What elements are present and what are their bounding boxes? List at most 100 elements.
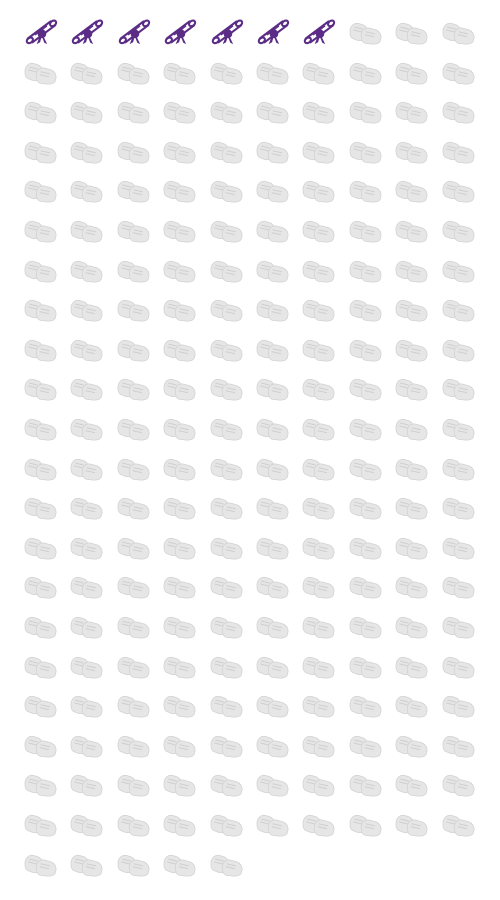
baby-shoes-icon xyxy=(210,814,243,837)
baby-shoes-icon xyxy=(442,379,475,401)
baby-shoes-icon xyxy=(442,616,475,639)
baby-shoes-icon xyxy=(70,102,103,124)
baby-shoes-icon xyxy=(24,260,57,283)
baby-shoes-icon xyxy=(349,181,382,203)
baby-shoes-icon xyxy=(302,775,335,797)
baby-shoes-icon xyxy=(24,775,57,797)
baby-shoes-icon xyxy=(349,498,382,520)
baby-shoes-icon xyxy=(349,814,382,837)
baby-shoes-icon xyxy=(442,62,475,85)
baby-shoes-icon xyxy=(163,141,196,164)
baby-shoes-icon xyxy=(302,696,335,718)
baby-shoes-icon xyxy=(349,22,382,45)
baby-shoes-icon xyxy=(395,22,428,45)
baby-shoes-icon xyxy=(349,379,382,401)
baby-shoes-icon xyxy=(117,854,150,877)
baby-shoes-icon xyxy=(117,537,150,560)
baby-shoes-icon xyxy=(117,260,150,283)
baby-shoes-icon xyxy=(117,616,150,639)
baby-shoes-icon xyxy=(302,300,335,322)
diploma-scroll-icon xyxy=(25,19,58,45)
baby-shoes-icon xyxy=(256,62,289,85)
baby-shoes-icon xyxy=(349,339,382,362)
baby-shoes-icon xyxy=(163,379,196,401)
baby-shoes-icon xyxy=(70,814,103,837)
baby-shoes-icon xyxy=(442,775,475,797)
baby-shoes-icon xyxy=(442,300,475,322)
baby-shoes-icon xyxy=(256,102,289,124)
diploma-scroll-icon xyxy=(118,19,151,45)
baby-shoes-icon xyxy=(302,102,335,124)
baby-shoes-icon xyxy=(395,300,428,322)
baby-shoes-icon xyxy=(302,62,335,85)
baby-shoes-icon xyxy=(210,102,243,124)
baby-shoes-icon xyxy=(24,339,57,362)
baby-shoes-icon xyxy=(395,537,428,560)
baby-shoes-icon xyxy=(256,141,289,164)
baby-shoes-icon xyxy=(210,141,243,164)
baby-shoes-icon xyxy=(163,814,196,837)
baby-shoes-icon xyxy=(395,141,428,164)
baby-shoes-icon xyxy=(24,696,57,718)
baby-shoes-icon xyxy=(256,616,289,639)
baby-shoes-icon xyxy=(256,220,289,243)
baby-shoes-icon xyxy=(349,458,382,481)
baby-shoes-icon xyxy=(442,102,475,124)
baby-shoes-icon xyxy=(349,656,382,679)
baby-shoes-icon xyxy=(70,498,103,520)
baby-shoes-icon xyxy=(349,735,382,758)
baby-shoes-icon xyxy=(163,775,196,797)
baby-shoes-icon xyxy=(349,537,382,560)
baby-shoes-icon xyxy=(349,696,382,718)
baby-shoes-icon xyxy=(256,181,289,203)
diploma-scroll-icon xyxy=(257,19,290,45)
baby-shoes-icon xyxy=(70,775,103,797)
baby-shoes-icon xyxy=(163,260,196,283)
baby-shoes-icon xyxy=(210,735,243,758)
baby-shoes-icon xyxy=(395,102,428,124)
baby-shoes-icon xyxy=(24,616,57,639)
baby-shoes-icon xyxy=(210,775,243,797)
baby-shoes-icon xyxy=(163,656,196,679)
baby-shoes-icon xyxy=(442,458,475,481)
baby-shoes-icon xyxy=(256,735,289,758)
baby-shoes-icon xyxy=(395,62,428,85)
baby-shoes-icon xyxy=(442,498,475,520)
baby-shoes-icon xyxy=(210,62,243,85)
baby-shoes-icon xyxy=(349,616,382,639)
baby-shoes-icon xyxy=(117,696,150,718)
baby-shoes-icon xyxy=(302,735,335,758)
diploma-scroll-icon xyxy=(164,19,197,45)
baby-shoes-icon xyxy=(302,537,335,560)
baby-shoes-icon xyxy=(70,339,103,362)
baby-shoes-icon xyxy=(70,260,103,283)
baby-shoes-icon xyxy=(163,220,196,243)
baby-shoes-icon xyxy=(256,498,289,520)
baby-shoes-icon xyxy=(70,458,103,481)
diploma-scroll-icon xyxy=(211,19,243,45)
baby-shoes-icon xyxy=(256,300,289,322)
baby-shoes-icon xyxy=(70,616,103,639)
baby-shoes-icon xyxy=(395,379,428,401)
baby-shoes-icon xyxy=(24,814,57,837)
pictograph-chart xyxy=(0,0,500,900)
baby-shoes-icon xyxy=(70,577,103,599)
baby-shoes-icon xyxy=(210,696,243,718)
baby-shoes-icon xyxy=(70,181,103,203)
baby-shoes-icon xyxy=(117,379,150,401)
baby-shoes-icon xyxy=(163,696,196,718)
baby-shoes-icon xyxy=(163,62,196,85)
baby-shoes-icon xyxy=(210,656,243,679)
baby-shoes-icon xyxy=(395,181,428,203)
baby-shoes-icon xyxy=(163,418,196,441)
baby-shoes-icon xyxy=(442,537,475,560)
baby-shoes-icon xyxy=(163,300,196,322)
baby-shoes-icon xyxy=(302,220,335,243)
baby-shoes-icon xyxy=(395,735,428,758)
baby-shoes-icon xyxy=(302,458,335,481)
baby-shoes-icon xyxy=(210,220,243,243)
baby-shoes-icon xyxy=(70,62,103,85)
baby-shoes-icon xyxy=(395,339,428,362)
baby-shoes-icon xyxy=(70,141,103,164)
baby-shoes-icon xyxy=(163,102,196,124)
